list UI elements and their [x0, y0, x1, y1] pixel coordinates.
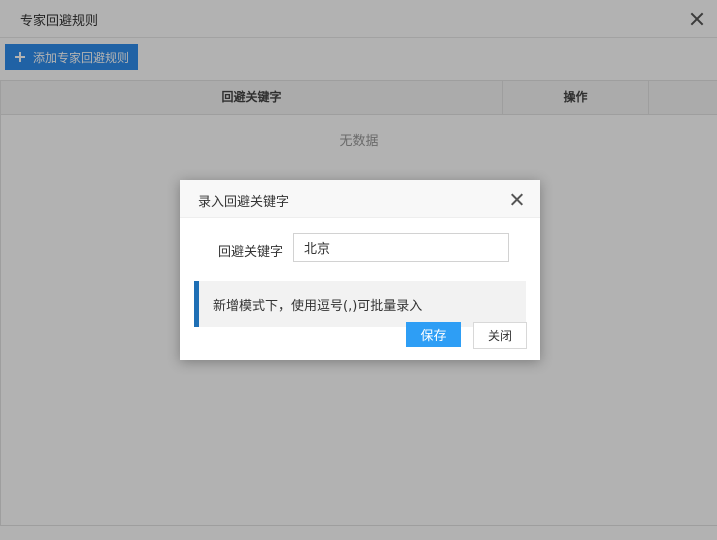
save-button[interactable]: 保存: [406, 322, 461, 347]
keyword-dialog: 录入回避关键字 回避关键字 新增模式下，使用逗号(,)可批量录入 保存 关闭: [180, 180, 540, 360]
dialog-close-icon[interactable]: [511, 193, 524, 206]
close-button[interactable]: 关闭: [473, 322, 527, 349]
dialog-header: 录入回避关键字: [180, 180, 540, 218]
keyword-field-label: 回避关键字: [218, 245, 284, 260]
keyword-input[interactable]: [293, 233, 509, 262]
batch-tip-text: 新增模式下，使用逗号(,)可批量录入: [213, 299, 423, 314]
batch-tip: 新增模式下，使用逗号(,)可批量录入: [194, 281, 526, 327]
dialog-title: 录入回避关键字: [198, 195, 290, 210]
